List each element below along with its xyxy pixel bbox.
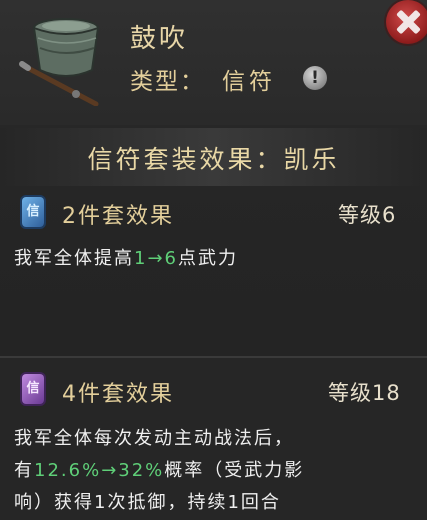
item-name: 鼓吹: [130, 24, 189, 54]
set-effect-title: 信符套装效果：凯乐: [87, 145, 340, 174]
effect-4pc-line2: 有12.6%→32%概率（受武力影: [14, 460, 305, 481]
info-icon[interactable]: !: [303, 66, 327, 90]
item-header: 鼓吹 类型： 信符 !: [0, 0, 427, 125]
effect-4pc-line3: 响）获得1次抵御，持续1回合: [14, 492, 281, 513]
drum-icon: [19, 18, 100, 106]
blue-token-icon: 信: [22, 197, 44, 227]
item-type-label: 类型：: [130, 69, 205, 95]
effect-2pc-title: 2件套效果: [62, 204, 174, 229]
effect-4pc-line1: 我军全体每次发动主动战法后，: [14, 428, 294, 449]
effect-4pc-title: 4件套效果: [62, 382, 174, 407]
effect-2pc-level: 等级6: [338, 203, 397, 227]
close-button[interactable]: [386, 0, 427, 44]
effect-2pc-description: 我军全体提高1→6点武力: [14, 248, 238, 269]
purple-token-icon: 信: [22, 374, 44, 404]
item-tooltip-panel: 鼓吹 类型： 信符 ! 信符套装效果：凯乐 信 2件套效果 等级6 我军全体提高…: [0, 0, 427, 520]
item-type-value: 信符: [222, 69, 276, 95]
section-divider: [0, 356, 427, 358]
effect-4pc-level: 等级18: [328, 381, 401, 405]
